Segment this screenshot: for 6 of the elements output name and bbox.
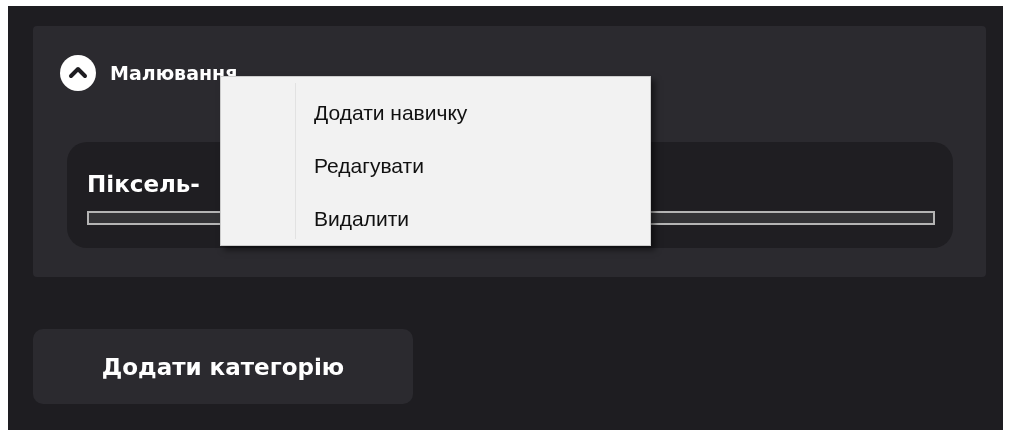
menu-item[interactable]: Редагувати [314, 146, 468, 199]
add-category-button[interactable]: Додати категорію [33, 329, 413, 404]
menu-item[interactable]: Видалити [314, 199, 468, 252]
menu-item[interactable]: Додати навичку [314, 93, 468, 146]
skill-name: Піксель- [87, 170, 200, 198]
collapse-icon[interactable] [60, 55, 96, 91]
